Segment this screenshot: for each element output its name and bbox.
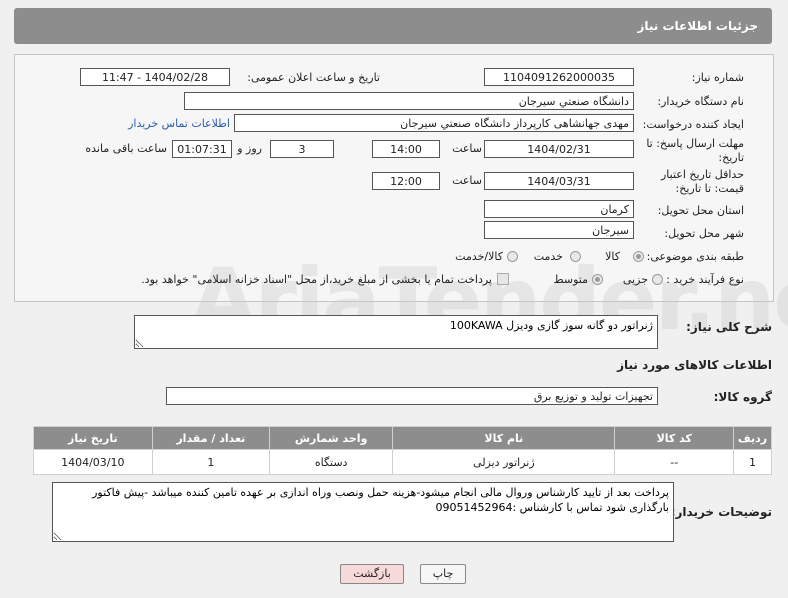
category-option-goods-service: کالا/خدمت xyxy=(455,250,503,263)
creator-label: ایجاد کننده درخواست: xyxy=(642,118,744,131)
buyer-org-label: نام دستگاه خریدار: xyxy=(657,95,744,108)
category-radio-goods-service[interactable] xyxy=(507,251,518,262)
goods-section-title: اطلاعات کالاهای مورد نیاز xyxy=(617,358,772,372)
deadline-date-field[interactable]: 1404/02/31 xyxy=(484,140,634,158)
need-number-label: شماره نیاز: xyxy=(691,71,744,84)
province-label: استان محل تحویل: xyxy=(657,204,744,217)
process-option-minor: جزیی xyxy=(622,273,648,286)
category-option-goods: کالا xyxy=(605,250,620,263)
city-label: شهر محل تحویل: xyxy=(664,227,744,240)
remaining-time-label: ساعت باقی مانده xyxy=(85,142,167,155)
cell-name: ژنراتور دیزلی xyxy=(392,449,616,475)
announce-label: تاریخ و ساعت اعلان عمومی: xyxy=(247,71,380,84)
category-radio-goods[interactable] xyxy=(633,251,644,262)
table-row[interactable]: 1 -- ژنراتور دیزلی دستگاه 1 1404/03/10 xyxy=(33,449,772,475)
back-button[interactable]: بازگشت xyxy=(340,564,404,584)
cell-date: 1404/03/10 xyxy=(33,449,153,475)
treasury-payment-checkbox[interactable] xyxy=(497,273,509,285)
buyer-notes-textarea[interactable]: پرداخت بعد از تایید کارشناس وروال مالی ا… xyxy=(52,482,674,542)
validity-time-label: ساعت xyxy=(452,174,482,187)
buyer-org-field[interactable]: دانشگاه صنعتي سيرجان xyxy=(184,92,634,110)
days-field[interactable]: 3 xyxy=(270,140,334,158)
description-label: شرح کلی نیاز: xyxy=(686,320,772,334)
process-label: نوع فرآیند خرید : xyxy=(666,273,744,286)
deadline-label: مهلت ارسال پاسخ: تا تاریخ: xyxy=(646,137,744,164)
deadline-time-field[interactable]: 14:00 xyxy=(372,140,440,158)
need-number-field[interactable]: 1104091262000035 xyxy=(484,68,634,86)
validity-date-field[interactable]: 1404/03/31 xyxy=(484,172,634,190)
city-field[interactable]: سیرجان xyxy=(484,221,634,239)
treasury-payment-note: پرداخت تمام یا بخشی از مبلغ خرید،از محل … xyxy=(141,273,492,286)
category-label: طبقه بندی موضوعی: xyxy=(646,250,744,263)
cell-unit: دستگاه xyxy=(269,449,394,475)
col-unit: واحد شمارش xyxy=(269,426,394,450)
process-radio-medium[interactable] xyxy=(592,274,603,285)
deadline-time-label: ساعت xyxy=(452,142,482,155)
category-radio-service[interactable] xyxy=(570,251,581,262)
validity-label: حداقل تاریخ اعتبار قیمت: تا تاریخ: xyxy=(660,168,744,195)
cell-quantity: 1 xyxy=(151,449,271,475)
creator-field[interactable]: مهدی جهانشاهی کارپرداز دانشگاه صنعتي سير… xyxy=(234,114,634,132)
page-header: جزئیات اطلاعات نیاز xyxy=(14,8,772,44)
process-option-medium: متوسط xyxy=(553,273,588,286)
buyer-contact-link[interactable]: اطلاعات تماس خریدار xyxy=(128,117,230,130)
category-option-service: خدمت xyxy=(533,250,563,263)
page-title: جزئیات اطلاعات نیاز xyxy=(637,19,758,33)
cell-code: -- xyxy=(614,449,735,475)
col-name: نام کالا xyxy=(392,426,616,450)
days-label: روز و xyxy=(237,142,262,155)
col-code: کد کالا xyxy=(614,426,735,450)
col-row: ردیف xyxy=(733,426,772,450)
goods-table-header: ردیف کد کالا نام کالا واحد شمارش تعداد /… xyxy=(33,426,772,450)
process-radio-minor[interactable] xyxy=(652,274,663,285)
print-button[interactable]: چاپ xyxy=(420,564,466,584)
col-quantity: تعداد / مقدار xyxy=(151,426,271,450)
announce-datetime-field[interactable]: 1404/02/28 - 11:47 xyxy=(80,68,230,86)
province-field[interactable]: کرمان xyxy=(484,200,634,218)
remaining-time-field[interactable]: 01:07:31 xyxy=(172,140,232,158)
goods-group-label: گروه کالا: xyxy=(713,390,772,404)
buyer-notes-label: توضیحات خریدار: xyxy=(670,505,772,519)
cell-row: 1 xyxy=(733,449,772,475)
col-date: تاریخ نیاز xyxy=(33,426,153,450)
description-textarea[interactable]: ژنراتور دو گانه سوز گازی ودیزل 100KAWA xyxy=(134,315,658,349)
validity-time-field[interactable]: 12:00 xyxy=(372,172,440,190)
goods-table: ردیف کد کالا نام کالا واحد شمارش تعداد /… xyxy=(33,426,772,475)
goods-group-field[interactable]: تجهیزات تولید و توزیع برق xyxy=(166,387,658,405)
